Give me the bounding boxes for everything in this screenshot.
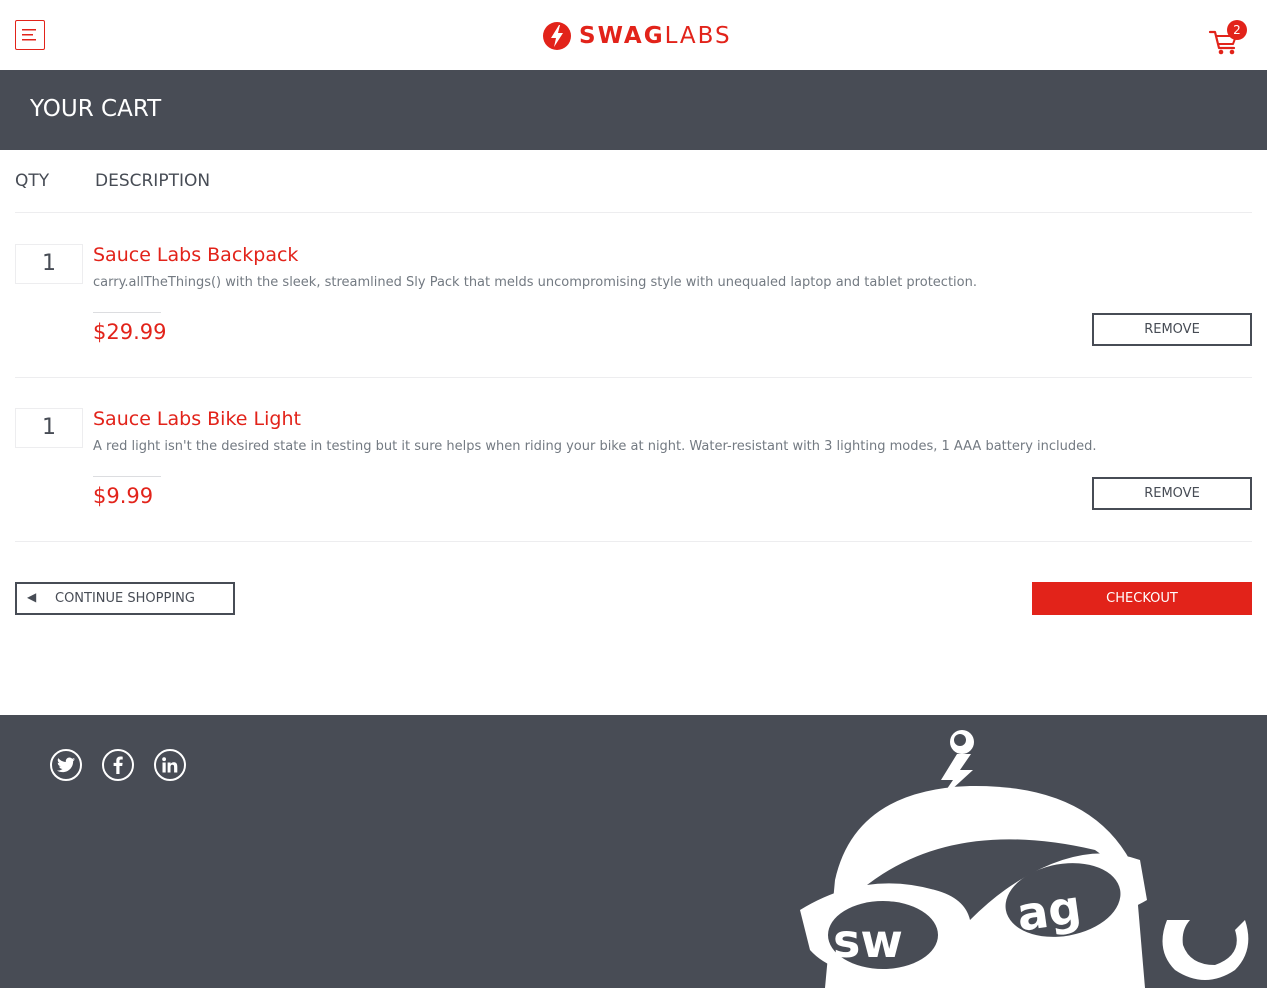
qty-column-label: QTY [15, 171, 50, 191]
swag-labs-bolt-icon [543, 22, 571, 50]
twitter-link[interactable] [50, 749, 82, 781]
description-column-label: DESCRIPTION [95, 171, 211, 191]
twitter-icon [57, 757, 75, 773]
item-quantity: 1 [15, 244, 83, 284]
item-quantity: 1 [15, 408, 83, 448]
price-divider [93, 312, 161, 313]
item-name-link[interactable]: Sauce Labs Backpack [93, 244, 298, 266]
subheader: YOUR CART [0, 70, 1267, 150]
continue-shopping-button[interactable]: ◀ CONTINUE SHOPPING [15, 582, 235, 615]
continue-shopping-label: CONTINUE SHOPPING [55, 591, 195, 606]
cart-list-header: QTY DESCRIPTION [15, 170, 1252, 213]
app-header: SWAGLABS 2 [0, 0, 1267, 70]
item-description: A red light isn't the desired state in t… [93, 439, 1097, 454]
remove-button[interactable]: REMOVE [1092, 313, 1252, 346]
swag-bot-mascot: sw ag [800, 730, 1249, 988]
menu-button[interactable] [15, 20, 45, 50]
robot-swag-text: sw [833, 914, 903, 968]
price-divider [93, 476, 161, 477]
footer: sw ag [0, 715, 1267, 988]
facebook-link[interactable] [102, 749, 134, 781]
item-description: carry.allTheThings() with the sleek, str… [93, 275, 977, 290]
cart-item: 1 Sauce Labs Bike Light A red light isn'… [15, 378, 1252, 542]
cart-item: 1 Sauce Labs Backpack carry.allTheThings… [15, 214, 1252, 378]
logo-swag: SWAG [579, 23, 665, 49]
scrollbar-track[interactable] [1267, 0, 1284, 988]
item-name-link[interactable]: Sauce Labs Bike Light [93, 408, 301, 430]
logo-labs: LABS [664, 23, 732, 49]
logo-wordmark: SWAGLABS [579, 23, 732, 49]
shopping-cart-link[interactable]: 2 [1208, 20, 1247, 56]
cart-badge: 2 [1227, 20, 1247, 40]
page-title: YOUR CART [30, 96, 162, 122]
swag-labs-logo: SWAGLABS [542, 20, 732, 52]
facebook-icon [113, 756, 123, 774]
linkedin-link[interactable] [154, 749, 186, 781]
checkout-button[interactable]: CHECKOUT [1032, 582, 1252, 615]
back-arrow-icon: ◀ [27, 590, 37, 604]
item-price: $29.99 [93, 320, 167, 344]
hamburger-menu-icon [22, 29, 36, 41]
item-price: $9.99 [93, 484, 154, 508]
svg-text:ag: ag [1014, 879, 1085, 941]
linkedin-icon [162, 757, 178, 773]
remove-button[interactable]: REMOVE [1092, 477, 1252, 510]
